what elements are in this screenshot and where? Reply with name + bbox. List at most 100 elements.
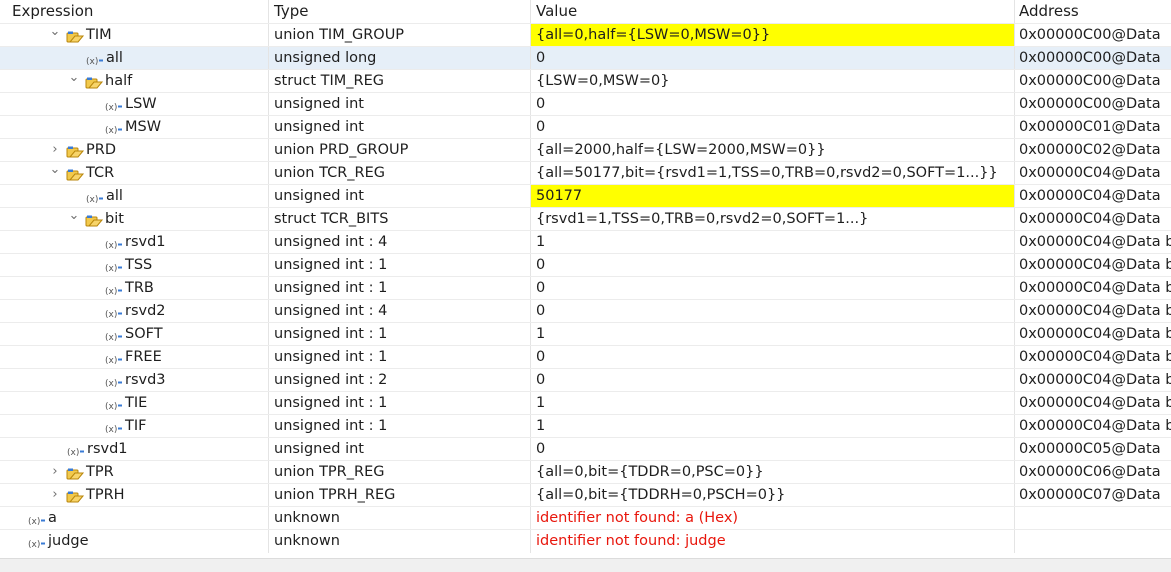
table-row[interactable]: (x) rsvd3 unsigned int : 2 0 0x00000C04@Data…: [0, 368, 1171, 392]
expand-chevron-icon[interactable]: ›: [47, 139, 63, 162]
expression-cell: › PRD: [0, 139, 268, 162]
expression-cell: (x) judge: [0, 530, 268, 553]
table-row[interactable]: ⌄ half struct TIM_REG {LSW=0,MSW=0} 0x00000C…: [0, 69, 1171, 93]
table-row[interactable]: › TPR union TPR_REG {all=0,bit={TDDR=0,PSC=…: [0, 460, 1171, 484]
value-cell[interactable]: 0: [530, 438, 1014, 461]
table-row[interactable]: (x) rsvd1 unsigned int : 4 1 0x00000C04@Data…: [0, 230, 1171, 254]
address-cell: 0x00000C04@Data: [1014, 208, 1171, 231]
type-cell: unsigned int : 1: [268, 277, 530, 300]
table-row[interactable]: (x) judge unknown identifier not found: jud…: [0, 529, 1171, 553]
svg-text:(x): (x): [86, 57, 98, 67]
value-cell[interactable]: 0: [530, 254, 1014, 277]
table-row[interactable]: (x) rsvd1 unsigned int 0 0x00000C05@Data: [0, 437, 1171, 461]
error-value-cell[interactable]: identifier not found: judge: [530, 530, 1014, 553]
value-cell[interactable]: 0: [530, 369, 1014, 392]
value-cell[interactable]: {all=0,bit={TDDRH=0,PSCH=0}}: [530, 484, 1014, 507]
error-value-cell[interactable]: identifier not found: a (Hex): [530, 507, 1014, 530]
value-cell[interactable]: 1: [530, 323, 1014, 346]
value-cell[interactable]: 0: [530, 277, 1014, 300]
svg-text:(x): (x): [105, 126, 117, 136]
expand-chevron-icon[interactable]: ›: [47, 461, 63, 484]
value-cell[interactable]: 0: [530, 346, 1014, 369]
address-cell: 0x00000C00@Data: [1014, 93, 1171, 116]
value-cell[interactable]: {LSW=0,MSW=0}: [530, 70, 1014, 93]
table-row[interactable]: (x) rsvd2 unsigned int : 4 0 0x00000C04@Data…: [0, 299, 1171, 323]
table-row[interactable]: › TPRH union TPRH_REG {all=0,bit={TDDRH=0,P…: [0, 483, 1171, 507]
table-row[interactable]: (x) a unknown identifier not found: a (Hex): [0, 506, 1171, 530]
table-row[interactable]: (x) TIE unsigned int : 1 1 0x00000C04@Data b: [0, 391, 1171, 415]
value-cell[interactable]: {all=0,half={LSW=0,MSW=0}}: [530, 24, 1014, 47]
expression-name: bit: [105, 211, 124, 227]
svg-text:(x): (x): [105, 241, 117, 251]
table-row[interactable]: (x) TSS unsigned int : 1 0 0x00000C04@Data b: [0, 253, 1171, 277]
address-cell: [1014, 507, 1171, 530]
value-cell[interactable]: {all=2000,half={LSW=2000,MSW=0}}: [530, 139, 1014, 162]
table-row[interactable]: (x) TRB unsigned int : 1 0 0x00000C04@Data b: [0, 276, 1171, 300]
expression-name: half: [105, 73, 133, 89]
expression-name: rsvd3: [125, 372, 166, 388]
table-row[interactable]: (x) SOFT unsigned int : 1 1 0x00000C04@Data …: [0, 322, 1171, 346]
expression-cell: (x) TRB: [0, 277, 268, 300]
type-cell: unsigned int: [268, 185, 530, 208]
column-header-address[interactable]: Address: [1014, 0, 1171, 23]
variable-icon: (x): [67, 443, 85, 458]
expression-cell: › TPR: [0, 461, 268, 484]
value-cell[interactable]: 1: [530, 231, 1014, 254]
table-row[interactable]: ⌄ TIM union TIM_GROUP {all=0,half={LSW=0,MS…: [0, 23, 1171, 47]
expression-cell: ⌄ TCR: [0, 162, 268, 185]
table-row[interactable]: › PRD union PRD_GROUP {all=2000,half={LSW=2…: [0, 138, 1171, 162]
svg-text:(x): (x): [105, 310, 117, 320]
collapse-chevron-icon[interactable]: ⌄: [47, 162, 63, 185]
expression-name: rsvd1: [125, 234, 166, 250]
expression-name: TIM: [86, 27, 112, 43]
expression-cell: (x) FREE: [0, 346, 268, 369]
table-row[interactable]: (x) TIF unsigned int : 1 1 0x00000C04@Data b: [0, 414, 1171, 438]
expression-name: LSW: [125, 96, 157, 112]
expression-name: all: [106, 50, 123, 66]
value-cell[interactable]: {rsvd1=1,TSS=0,TRB=0,rsvd2=0,SOFT=1...}: [530, 208, 1014, 231]
value-cell[interactable]: {all=50177,bit={rsvd1=1,TSS=0,TRB=0,rsvd…: [530, 162, 1014, 185]
collapse-chevron-icon[interactable]: ⌄: [47, 24, 63, 47]
variable-icon: (x): [105, 420, 123, 435]
expression-cell: (x) SOFT: [0, 323, 268, 346]
value-cell[interactable]: 1: [530, 415, 1014, 438]
expression-name: TIF: [125, 418, 147, 434]
expand-chevron-icon[interactable]: ›: [47, 484, 63, 507]
table-row[interactable]: (x) LSW unsigned int 0 0x00000C00@Data: [0, 92, 1171, 116]
column-header-type[interactable]: Type: [268, 0, 530, 23]
value-cell[interactable]: 1: [530, 392, 1014, 415]
expression-name: rsvd1: [87, 441, 128, 457]
expression-name: TSS: [125, 257, 153, 273]
column-header-value[interactable]: Value: [530, 0, 1014, 23]
svg-text:(x): (x): [28, 517, 40, 527]
table-row[interactable]: (x) all unsigned int 50177 0x00000C04@Data: [0, 184, 1171, 208]
horizontal-scrollbar[interactable]: [0, 558, 1171, 572]
table-row[interactable]: (x) MSW unsigned int 0 0x00000C01@Data: [0, 115, 1171, 139]
svg-text:(x): (x): [28, 540, 40, 550]
expression-cell: (x) TIE: [0, 392, 268, 415]
expression-cell: ⌄ half: [0, 70, 268, 93]
table-row[interactable]: ⌄ TCR union TCR_REG {all=50177,bit={rsvd1=1…: [0, 161, 1171, 185]
table-row[interactable]: ⌄ bit struct TCR_BITS {rsvd1=1,TSS=0,TRB=0,…: [0, 207, 1171, 231]
value-cell[interactable]: 0: [530, 93, 1014, 116]
expression-name: SOFT: [125, 326, 163, 342]
type-cell: unknown: [268, 530, 530, 553]
value-cell[interactable]: 0: [530, 116, 1014, 139]
collapse-chevron-icon[interactable]: ⌄: [66, 70, 82, 93]
type-cell: unsigned long: [268, 47, 530, 70]
type-cell: struct TCR_BITS: [268, 208, 530, 231]
expression-name: all: [106, 188, 123, 204]
value-cell[interactable]: 0: [530, 47, 1014, 70]
value-cell[interactable]: 50177: [530, 185, 1014, 208]
value-cell[interactable]: 0: [530, 300, 1014, 323]
column-header-expression[interactable]: Expression: [0, 0, 268, 23]
expression-name: FREE: [125, 349, 162, 365]
collapse-chevron-icon[interactable]: ⌄: [66, 208, 82, 231]
table-row[interactable]: (x) FREE unsigned int : 1 0 0x00000C04@Data …: [0, 345, 1171, 369]
expression-cell: (x) LSW: [0, 93, 268, 116]
value-cell[interactable]: {all=0,bit={TDDR=0,PSC=0}}: [530, 461, 1014, 484]
expression-name: TPRH: [86, 487, 125, 503]
variable-icon: (x): [105, 98, 123, 113]
expression-cell: (x) a: [0, 507, 268, 530]
table-row[interactable]: (x) all unsigned long 0 0x00000C00@Data: [0, 46, 1171, 70]
